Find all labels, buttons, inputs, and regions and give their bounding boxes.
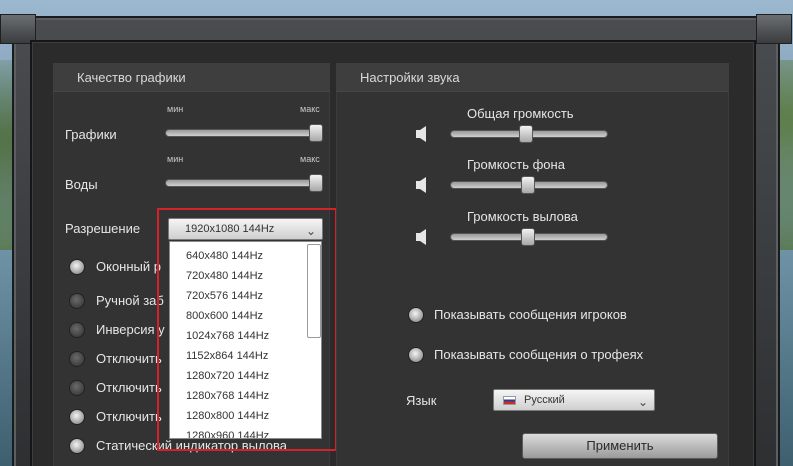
option-checkbox[interactable] <box>69 259 85 275</box>
water-quality-slider[interactable] <box>165 179 323 187</box>
show-player-messages-label: Показывать сообщения игроков <box>434 307 627 322</box>
show-trophy-messages-label: Показывать сообщения о трофеях <box>434 347 644 362</box>
language-label: Язык <box>406 393 437 408</box>
water-min-label: мин <box>167 154 184 164</box>
graphics-quality-label: Графики <box>65 127 117 142</box>
volume-label: Общая громкость <box>467 106 574 121</box>
option-checkbox[interactable] <box>69 293 85 309</box>
option-checkbox[interactable] <box>69 438 85 454</box>
volume-thumb[interactable] <box>520 228 535 246</box>
volume-thumb[interactable] <box>520 176 535 194</box>
volume-label: Громкость вылова <box>467 209 578 224</box>
option-checkbox[interactable] <box>69 322 85 338</box>
sound-header: Настройки звука <box>336 63 729 92</box>
show-trophy-messages-checkbox[interactable] <box>408 347 424 363</box>
option-checkbox[interactable] <box>69 351 85 367</box>
frame-corner-right <box>756 14 792 44</box>
graphics-min-label: мин <box>167 104 184 114</box>
option-label: Инверсия у <box>96 322 165 337</box>
water-quality-label: Воды <box>65 177 98 192</box>
water-quality-thumb[interactable] <box>309 174 323 192</box>
graphics-quality-thumb[interactable] <box>309 124 323 142</box>
option-checkbox[interactable] <box>69 409 85 425</box>
option-label: Оконный р <box>96 259 161 274</box>
option-label: Отключить <box>96 380 162 395</box>
graphics-max-label: макс <box>300 104 320 114</box>
graphics-quality-slider[interactable] <box>165 129 323 137</box>
speaker-icon[interactable] <box>416 229 428 245</box>
highlight-box <box>157 208 337 451</box>
volume-label: Громкость фона <box>467 157 565 172</box>
speaker-icon[interactable] <box>416 177 428 193</box>
speaker-icon[interactable] <box>416 126 428 142</box>
show-player-messages-checkbox[interactable] <box>408 307 424 323</box>
option-checkbox[interactable] <box>69 380 85 396</box>
language-value: Русский <box>524 394 565 406</box>
russian-flag-icon <box>503 396 516 405</box>
graphics-header: Качество графики <box>53 63 330 92</box>
chevron-down-icon: ⌄ <box>637 395 648 409</box>
option-label: Ручной заб <box>96 293 164 308</box>
volume-thumb[interactable] <box>519 125 534 143</box>
resolution-label: Разрешение <box>65 221 141 236</box>
language-select[interactable]: Русский ⌄ <box>493 389 655 411</box>
water-max-label: макс <box>300 154 320 164</box>
apply-button[interactable]: Применить <box>522 433 718 459</box>
option-label: Отключить <box>96 409 162 424</box>
option-label: Отключить <box>96 351 162 366</box>
